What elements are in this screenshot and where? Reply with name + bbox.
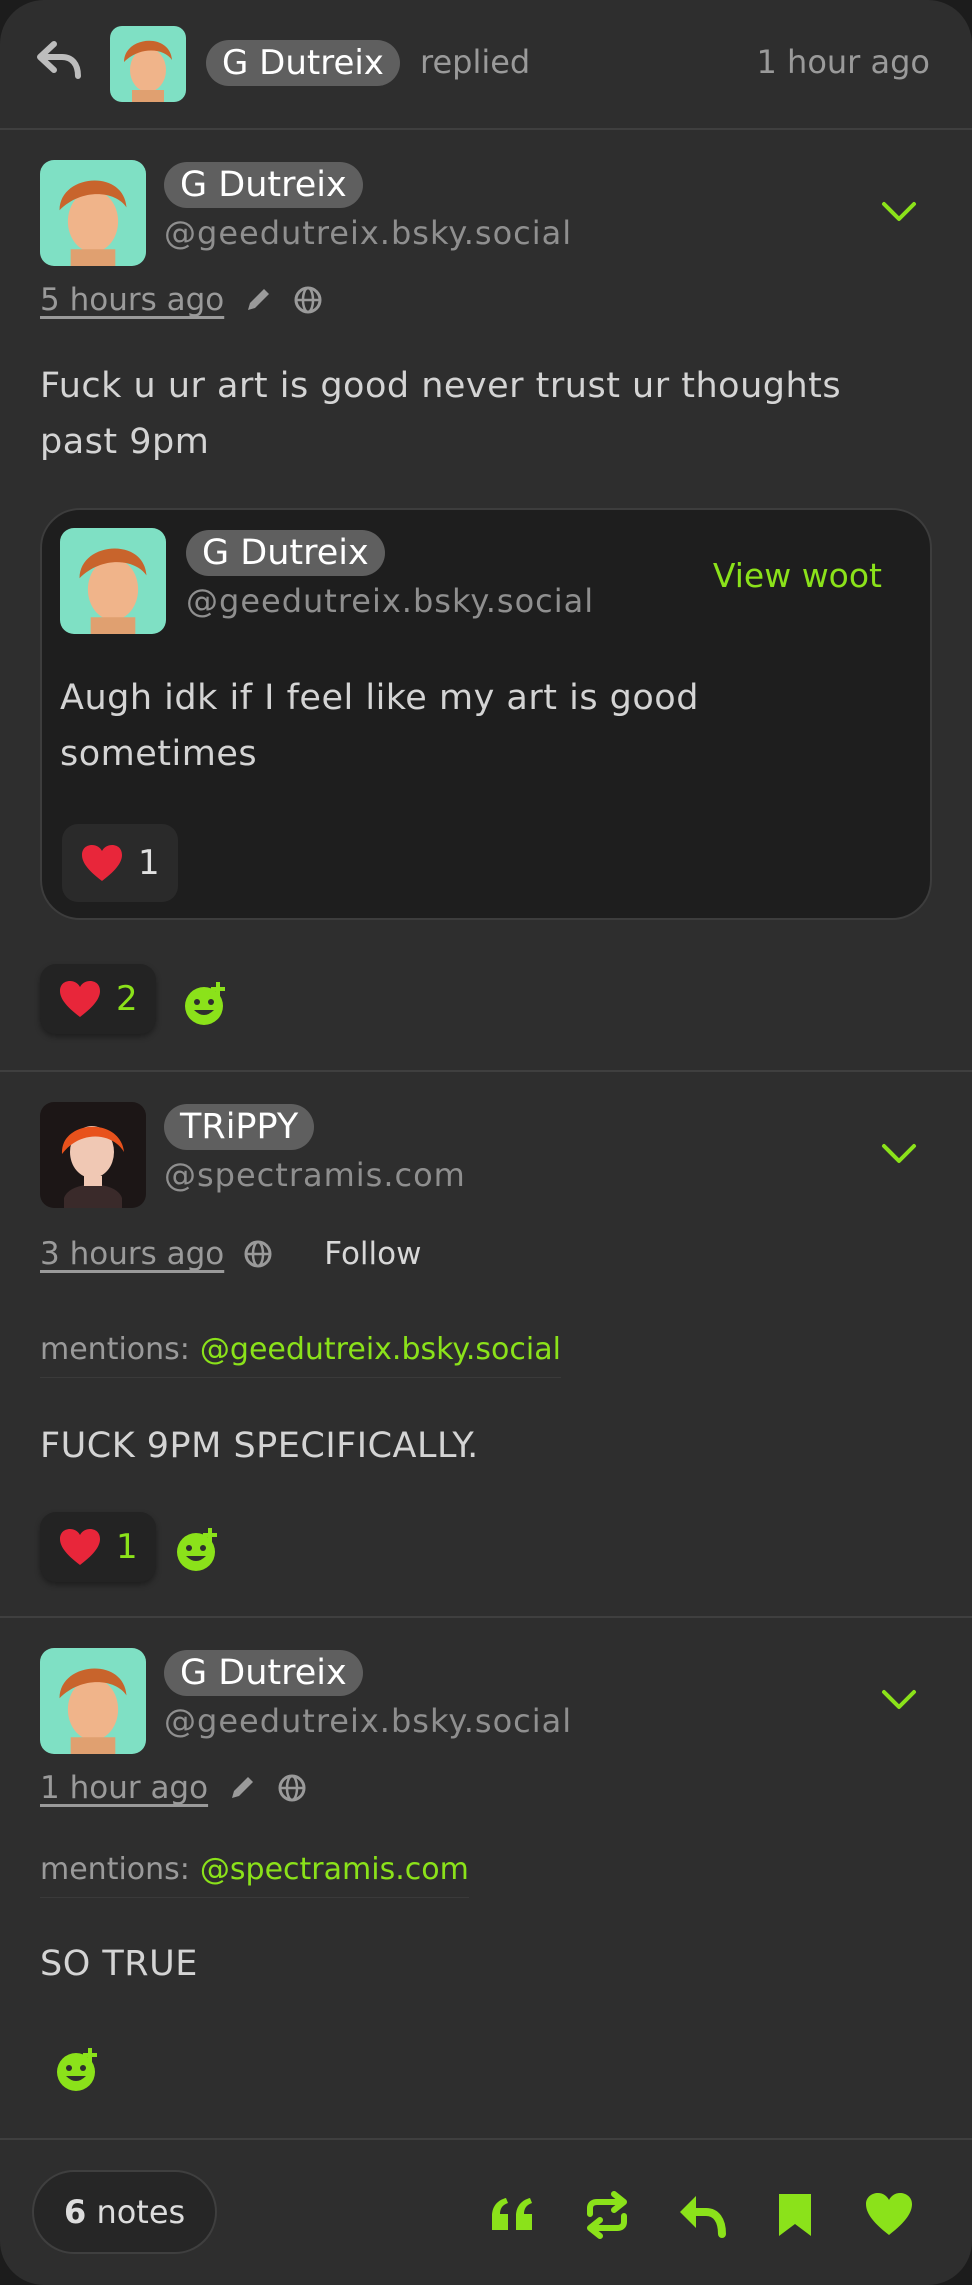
mention-link[interactable]: @spectramis.com — [200, 1852, 469, 1887]
globe-icon — [244, 1240, 272, 1268]
avatar[interactable] — [40, 1648, 146, 1754]
quoted-post[interactable]: G Dutreix @geedutreix.bsky.social View w… — [40, 508, 932, 920]
post-time-link[interactable]: 5 hours ago — [40, 282, 224, 318]
globe-icon — [294, 286, 322, 314]
post-text: FUCK 9PM SPECIFICALLY. — [40, 1426, 479, 1466]
quote-author-handle[interactable]: @geedutreix.bsky.social — [186, 582, 594, 620]
post-meta: 1 hour ago — [40, 1770, 308, 1806]
post-meta: 3 hours ago Follow — [40, 1236, 421, 1272]
avatar[interactable] — [40, 1102, 146, 1208]
chevron-down-icon[interactable] — [880, 200, 918, 224]
quote-author-name[interactable]: G Dutreix — [186, 530, 385, 576]
reply-icon[interactable] — [676, 2190, 726, 2240]
post-time-link[interactable]: 3 hours ago — [40, 1236, 224, 1272]
avatar[interactable] — [110, 26, 186, 102]
avatar[interactable] — [40, 160, 146, 266]
avatar[interactable] — [60, 528, 166, 634]
notes-button[interactable]: 6 notes — [32, 2170, 218, 2254]
like-count: 2 — [116, 979, 138, 1019]
author-name[interactable]: TRiPPY — [164, 1104, 315, 1150]
back-arrow-icon[interactable] — [36, 40, 82, 80]
reply-author-name[interactable]: G Dutreix — [206, 40, 400, 86]
add-reaction-icon[interactable] — [54, 2046, 102, 2094]
post-item: G Dutreix @geedutreix.bsky.social 5 hour… — [0, 132, 972, 1072]
mentions-label: mentions: — [40, 1852, 190, 1887]
mentions-row: mentions: @spectramis.com — [40, 1852, 469, 1898]
like-count: 1 — [116, 1527, 138, 1567]
mention-link[interactable]: @geedutreix.bsky.social — [200, 1332, 561, 1367]
like-reaction-button[interactable]: 1 — [40, 1512, 156, 1582]
author-handle[interactable]: @spectramis.com — [164, 1156, 466, 1194]
bookmark-icon[interactable] — [770, 2190, 820, 2240]
add-reaction-icon[interactable] — [182, 980, 230, 1028]
add-reaction-icon[interactable] — [174, 1526, 222, 1574]
post-time-link[interactable]: 1 hour ago — [40, 1770, 208, 1806]
post-meta: 5 hours ago — [40, 282, 324, 318]
heart-icon — [82, 845, 122, 881]
heart-icon — [60, 1529, 100, 1565]
post-item: TRiPPY @spectramis.com 3 hours ago Follo… — [0, 1074, 972, 1618]
chevron-down-icon[interactable] — [880, 1688, 918, 1712]
view-woot-link[interactable]: View woot — [713, 556, 882, 595]
author-name[interactable]: G Dutreix — [164, 1650, 363, 1696]
mentions-row: mentions: @geedutreix.bsky.social — [40, 1332, 561, 1378]
post-footer: 6 notes — [0, 2140, 972, 2285]
post-text: Fuck u ur art is good never trust ur tho… — [40, 366, 842, 462]
like-reaction-button[interactable]: 2 — [40, 964, 156, 1034]
reply-action-label: replied — [420, 43, 531, 81]
quote-text: Augh idk if I feel like my art is good s… — [60, 678, 699, 774]
reply-time: 1 hour ago — [756, 43, 931, 81]
author-handle[interactable]: @geedutreix.bsky.social — [164, 214, 572, 252]
follow-button[interactable]: Follow — [324, 1236, 421, 1272]
like-count: 1 — [138, 843, 160, 883]
mentions-label: mentions: — [40, 1332, 190, 1367]
author-handle[interactable]: @geedutreix.bsky.social — [164, 1702, 572, 1740]
post-card: G Dutreix replied 1 hour ago G Dutreix @… — [0, 0, 972, 2285]
quote-icon[interactable] — [488, 2190, 538, 2240]
chevron-down-icon[interactable] — [880, 1142, 918, 1166]
notes-count: 6 — [64, 2193, 87, 2231]
repost-icon[interactable] — [582, 2190, 632, 2240]
quote-like-reaction[interactable]: 1 — [62, 824, 178, 902]
like-icon[interactable] — [864, 2190, 914, 2240]
author-name[interactable]: G Dutreix — [164, 162, 363, 208]
notes-label: notes — [96, 2193, 186, 2231]
reply-header: G Dutreix replied 1 hour ago — [0, 0, 972, 130]
post-item: G Dutreix @geedutreix.bsky.social 1 hour… — [0, 1620, 972, 2140]
pencil-icon — [232, 1777, 254, 1798]
post-text: SO TRUE — [40, 1944, 198, 1984]
globe-icon — [278, 1774, 306, 1802]
pencil-icon — [248, 289, 270, 310]
heart-icon — [60, 981, 100, 1017]
